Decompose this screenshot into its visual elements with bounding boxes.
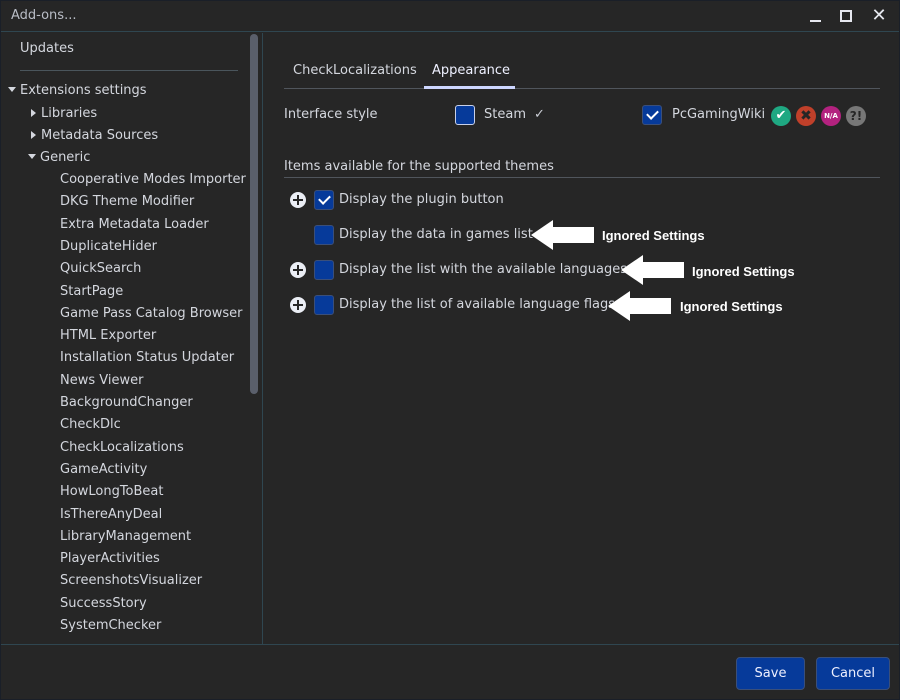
sidebar-item-extension[interactable]: StartPage (60, 284, 123, 299)
sidebar-item-extension[interactable]: CheckDlc (60, 417, 121, 432)
steam-label: Steam (484, 107, 526, 122)
ignored-settings-annotation: Ignored Settings (602, 228, 705, 243)
sidebar-item-extension[interactable]: News Viewer (60, 373, 143, 388)
left-arrow-icon (531, 220, 594, 250)
sidebar-scrollbar[interactable] (250, 34, 258, 394)
collapse-arrow-icon (31, 130, 36, 139)
language-flags-label: Display the list of available language f… (339, 297, 616, 312)
cancel-button[interactable]: Cancel (816, 657, 890, 690)
games-list-checkbox[interactable] (314, 225, 334, 245)
games-list-label: Display the data in games list (339, 227, 533, 242)
ignored-settings-annotation: Ignored Settings (692, 264, 795, 279)
tab-checklocalizations[interactable]: CheckLocalizations (293, 63, 417, 78)
plugin-button-label: Display the plugin button (339, 192, 504, 207)
steam-check-icon: ✓ (534, 107, 545, 122)
maximize-button[interactable] (835, 5, 859, 27)
sidebar-item-extension[interactable]: GameActivity (60, 462, 147, 477)
sidebar-item-extension[interactable]: IsThereAnyDeal (60, 507, 162, 522)
sidebar-item-generic[interactable]: Generic (28, 150, 90, 165)
sidebar-item-extensions-settings[interactable]: Extensions settings (8, 83, 147, 98)
language-flags-checkbox[interactable] (314, 295, 334, 315)
footer-divider (1, 644, 899, 645)
save-button[interactable]: Save (736, 657, 805, 690)
active-tab-indicator (424, 86, 515, 89)
languages-list-checkbox[interactable] (314, 260, 334, 280)
sidebar-item-label: Generic (40, 150, 91, 165)
sidebar-divider (20, 70, 238, 71)
sidebar-item-extension[interactable]: CheckLocalizations (60, 440, 184, 455)
steam-checkbox[interactable] (455, 105, 475, 125)
sidebar-item-extension[interactable]: QuickSearch (60, 261, 141, 276)
left-arrow-icon (621, 255, 684, 285)
left-arrow-icon (608, 291, 671, 321)
sidebar-item-label: Metadata Sources (41, 128, 159, 143)
check-icon: ✔ (771, 106, 791, 126)
ignored-settings-annotation: Ignored Settings (680, 299, 783, 314)
sidebar-item-extension[interactable]: LibraryManagement (60, 529, 191, 544)
cross-icon: ✖ (796, 106, 816, 126)
sidebar-item-extension[interactable]: DKG Theme Modifier (60, 194, 194, 209)
expand-plus-icon[interactable] (290, 297, 306, 313)
sidebar-item-label: Libraries (41, 106, 98, 121)
expand-arrow-icon (28, 154, 36, 159)
tab-appearance[interactable]: Appearance (432, 63, 510, 78)
sidebar-item-extension[interactable]: ScreenshotsVisualizer (60, 573, 202, 588)
sidebar-item-extension[interactable]: HowLongToBeat (60, 484, 164, 499)
section-divider (284, 177, 880, 178)
pcgamingwiki-label: PcGamingWiki (672, 107, 766, 122)
sidebar-item-extension[interactable]: DuplicateHider (60, 239, 157, 254)
close-button[interactable]: ✕ (867, 5, 891, 27)
interface-style-label: Interface style (284, 107, 378, 122)
sidebar-item-extension[interactable]: Game Pass Catalog Browser (60, 306, 242, 321)
sidebar-item-extension[interactable]: SuccessStory (60, 596, 147, 611)
unknown-icon: ?! (846, 106, 866, 126)
sidebar-item-extension[interactable]: HTML Exporter (60, 328, 156, 343)
window-title: Add-ons... (11, 8, 77, 23)
collapse-arrow-icon (31, 108, 36, 117)
sidebar-item-extension[interactable]: BackgroundChanger (60, 395, 193, 410)
expand-plus-icon[interactable] (290, 262, 306, 278)
sidebar-item-libraries[interactable]: Libraries (31, 106, 97, 121)
sidebar-item-extension[interactable]: SystemChecker (60, 618, 161, 633)
sidebar-item-label: Extensions settings (20, 83, 147, 98)
addons-window: Add-ons... ✕ Updates Extensions settings… (0, 0, 900, 700)
sidebar-item-extension[interactable]: Installation Status Updater (60, 350, 234, 365)
minimize-button[interactable] (805, 5, 829, 27)
expand-arrow-icon (8, 87, 16, 92)
title-bar: Add-ons... ✕ (1, 1, 899, 32)
sidebar-item-metadata-sources[interactable]: Metadata Sources (31, 128, 158, 143)
pcgamingwiki-checkbox[interactable] (642, 105, 662, 125)
sidebar: Updates Extensions settings Libraries Me… (1, 33, 263, 644)
themes-section-title: Items available for the supported themes (284, 159, 554, 174)
sidebar-item-extension[interactable]: PlayerActivities (60, 551, 160, 566)
languages-list-label: Display the list with the available lang… (339, 262, 628, 277)
sidebar-item-extension[interactable]: Extra Metadata Loader (60, 217, 209, 232)
plugin-button-checkbox[interactable] (314, 190, 334, 210)
expand-plus-icon[interactable] (290, 192, 306, 208)
sidebar-item-extension[interactable]: Cooperative Modes Importer (60, 172, 246, 187)
close-icon: ✕ (871, 5, 887, 26)
sidebar-item-updates[interactable]: Updates (20, 41, 74, 56)
tab-bar: CheckLocalizations Appearance (284, 56, 880, 89)
na-icon: N/A (821, 106, 841, 126)
